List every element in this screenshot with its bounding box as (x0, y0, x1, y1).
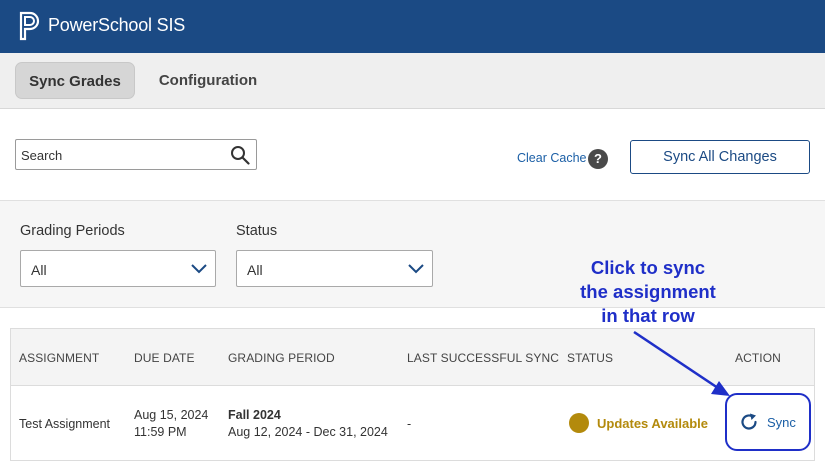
annotation-line-2: the assignment (580, 281, 716, 302)
annotation-callout: Click to sync the assignment in that row (563, 256, 733, 328)
status-filter-value: All (247, 262, 263, 278)
table-header: ASSIGNMENT DUE DATE GRADING PERIOD LAST … (11, 329, 814, 386)
powerschool-logo-icon (19, 11, 40, 41)
grading-period-range: Aug 12, 2024 - Dec 31, 2024 (228, 425, 388, 439)
grading-period-name: Fall 2024 (228, 408, 281, 422)
grading-periods-value: All (31, 262, 47, 278)
last-sync-value: - (407, 417, 412, 431)
help-icon[interactable]: ? (588, 149, 608, 169)
header-due-date: DUE DATE (134, 351, 195, 365)
search-icon[interactable] (230, 145, 250, 165)
header-status: STATUS (567, 351, 614, 365)
search-input[interactable] (21, 145, 221, 165)
header-action: ACTION (735, 351, 781, 365)
due-date: Aug 15, 2024 (134, 408, 209, 422)
assignment-name: Test Assignment (19, 417, 111, 431)
grading-periods-select[interactable]: All (20, 250, 216, 287)
search-box (15, 139, 257, 170)
tab-configuration[interactable]: Configuration (148, 62, 268, 99)
header-last-sync: LAST SUCCESSFUL SYNC (407, 351, 560, 365)
clear-cache-link[interactable]: Clear Cache (517, 151, 586, 165)
grading-periods-label: Grading Periods (20, 223, 125, 239)
refresh-icon (741, 413, 757, 430)
header-grading-period: GRADING PERIOD (228, 351, 335, 365)
annotation-line-1: Click to sync (590, 257, 706, 278)
top-header-bar: PowerSchool SIS (0, 0, 825, 53)
status-badge: Updates Available (597, 416, 709, 431)
chevron-down-icon (191, 264, 207, 274)
status-dot-icon (569, 413, 589, 433)
due-time: 11:59 PM (134, 425, 187, 439)
sync-label: Sync (767, 415, 796, 430)
assignments-table: ASSIGNMENT DUE DATE GRADING PERIOD LAST … (10, 328, 815, 461)
app-title: PowerSchool SIS (48, 15, 186, 35)
chevron-down-icon (408, 264, 424, 274)
status-filter-label: Status (236, 223, 278, 239)
header-assignment: ASSIGNMENT (19, 351, 100, 365)
sync-all-changes-button[interactable]: Sync All Changes (630, 140, 810, 174)
status-select[interactable]: All (236, 250, 433, 287)
tab-sync-grades[interactable]: Sync Grades (15, 62, 135, 99)
tab-bar: Sync Grades Configuration (0, 53, 825, 109)
sync-row-button[interactable]: Sync (725, 393, 811, 451)
annotation-line-3: in that row (601, 305, 695, 326)
